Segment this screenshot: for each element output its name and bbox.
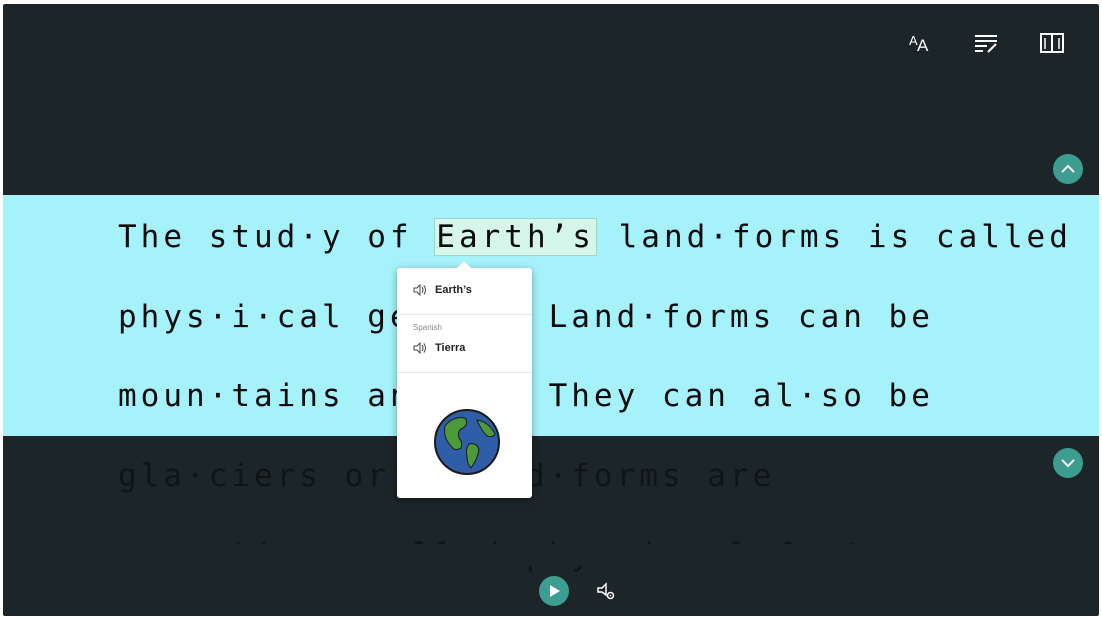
text-segment: The stud·y of: [118, 219, 436, 255]
playback-controls: [3, 570, 1099, 614]
text-size-icon: A A: [909, 33, 929, 55]
scroll-down-button[interactable]: [1053, 448, 1083, 478]
word-pronounce-row[interactable]: Earth’s: [413, 284, 472, 296]
grammar-options-icon: [975, 35, 997, 53]
divider: [397, 314, 532, 315]
text-line-1: The stud·y of Earth’s land·forms is call…: [118, 217, 1072, 257]
voice-settings-button[interactable]: [593, 578, 619, 604]
voice-settings-icon: [597, 582, 615, 600]
picture-dictionary-popup: Earth’s Spanish Tierra: [397, 261, 532, 498]
chevron-down-icon: [1061, 459, 1075, 468]
reading-preferences-button[interactable]: [1037, 28, 1067, 58]
scroll-up-button[interactable]: [1053, 154, 1083, 184]
selected-word[interactable]: Earth’s: [434, 218, 597, 256]
translation-pronounce-row[interactable]: Tierra: [413, 342, 465, 354]
text-segment: land·forms is called: [595, 219, 1072, 255]
grammar-options-button[interactable]: [971, 28, 1001, 58]
speaker-icon: [413, 342, 426, 354]
play-icon: [550, 585, 560, 597]
popup-word: Earth’s: [435, 284, 472, 296]
speaker-icon: [413, 284, 426, 296]
chevron-up-icon: [1061, 164, 1075, 173]
divider: [397, 372, 532, 373]
immersive-reader-window: A A The stud·y of Earth’s land·forms is …: [3, 4, 1099, 616]
globe-image: [434, 409, 500, 475]
book-icon: [1040, 33, 1064, 53]
svg-text:A: A: [917, 36, 929, 55]
play-button[interactable]: [539, 576, 569, 606]
translation-language: Spanish: [413, 323, 442, 332]
text-fade-mask: [3, 544, 1099, 566]
text-size-button[interactable]: A A: [905, 28, 935, 58]
popup-translation: Tierra: [435, 342, 466, 354]
